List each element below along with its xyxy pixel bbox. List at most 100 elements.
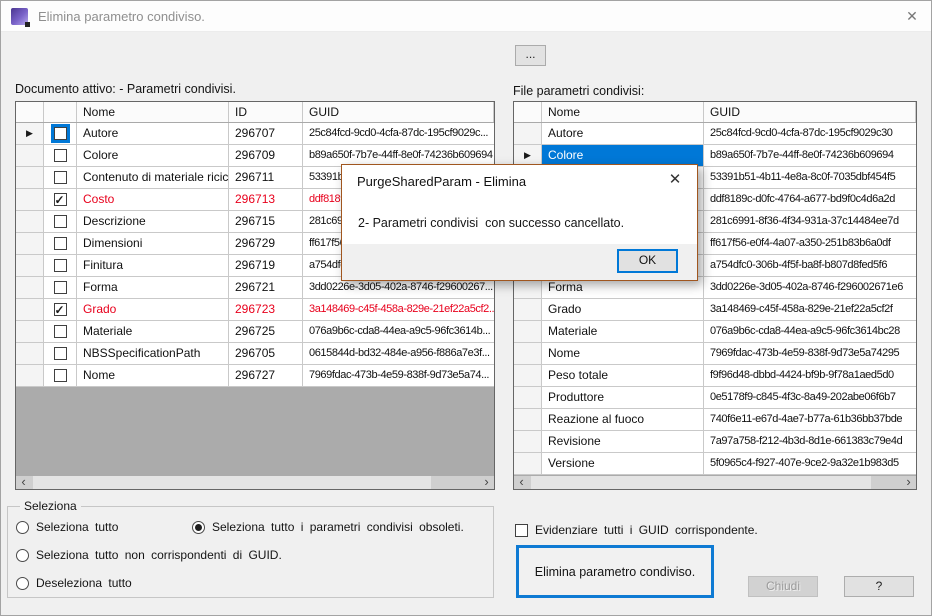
table-row[interactable]: Nome2967277969fdac-473b-4e59-838f-9d73e5… — [16, 365, 494, 387]
radio-icon[interactable] — [16, 521, 29, 534]
row-selector-cell[interactable] — [514, 343, 542, 364]
cell-nome[interactable]: Materiale — [542, 321, 704, 342]
cell-nome[interactable]: Nome — [77, 365, 229, 386]
table-row[interactable]: Nome7969fdac-473b-4e59-838f-9d73e5a74295 — [514, 343, 916, 365]
cell-nome[interactable]: Contenuto di materiale ricicl... — [77, 167, 229, 188]
checkbox-icon[interactable] — [54, 237, 67, 250]
row-selector-cell[interactable] — [16, 365, 44, 386]
row-checkbox-cell[interactable] — [44, 255, 77, 276]
scrollbar-thumb[interactable] — [33, 476, 431, 489]
row-selector-cell[interactable] — [16, 189, 44, 210]
scrollbar-thumb[interactable] — [531, 476, 871, 489]
cell-guid[interactable]: b89a650f-7b7e-44ff-8e0f-74236b609694 — [303, 145, 494, 166]
cell-nome[interactable]: Autore — [77, 123, 229, 144]
cell-id[interactable]: 296715 — [229, 211, 303, 232]
row-selector-cell[interactable] — [514, 431, 542, 452]
cell-guid[interactable]: 3a148469-c45f-458a-829e-21ef22a5cf2... — [303, 299, 494, 320]
table-row[interactable]: Materiale076a9b6c-cda8-44ea-a9c5-96fc361… — [514, 321, 916, 343]
radio-icon[interactable] — [192, 521, 205, 534]
cell-guid[interactable]: 7969fdac-473b-4e59-838f-9d73e5a74295 — [704, 343, 916, 364]
cell-id[interactable]: 296725 — [229, 321, 303, 342]
radio-option[interactable]: Seleziona tutto non corrispondenti di GU… — [16, 548, 282, 562]
row-checkbox-cell[interactable] — [44, 321, 77, 342]
row-selector-cell[interactable] — [514, 453, 542, 474]
row-checkbox-cell[interactable] — [44, 167, 77, 188]
cell-guid[interactable]: ddf8189c-d0fc-4764-a677-bd9f0c4d6a2d — [704, 189, 916, 210]
cell-nome[interactable]: NBSSpecificationPath — [77, 343, 229, 364]
row-selector-cell[interactable] — [514, 123, 542, 144]
scroll-left-icon[interactable]: ‹ — [16, 476, 31, 489]
radio-icon[interactable] — [16, 577, 29, 590]
close-button[interactable]: Chiudi — [748, 576, 818, 597]
title-bar[interactable]: Elimina parametro condiviso. ✕ — [1, 1, 931, 32]
cell-nome[interactable]: Versione — [542, 453, 704, 474]
horizontal-scrollbar[interactable]: ‹ › — [514, 476, 916, 489]
row-selector-header[interactable] — [514, 102, 542, 122]
checkbox-icon[interactable] — [54, 325, 67, 338]
delete-shared-parameter-button[interactable]: Elimina parametro condiviso. — [516, 545, 714, 598]
cell-guid[interactable]: 5f0965c4-f927-407e-9ce2-9a32e1b983d5 — [704, 453, 916, 474]
radio-option[interactable]: Deseleziona tutto — [16, 576, 132, 590]
checkbox-icon[interactable] — [54, 127, 67, 140]
row-selector-cell[interactable] — [16, 299, 44, 320]
cell-guid[interactable]: f9f96d48-dbbd-4424-bf9b-9f78a1aed5d0 — [704, 365, 916, 386]
cell-guid[interactable]: 076a9b6c-cda8-44ea-a9c5-96fc3614bc28 — [704, 321, 916, 342]
table-row[interactable]: NBSSpecificationPath2967050615844d-bd32-… — [16, 343, 494, 365]
close-icon[interactable]: ✕ — [901, 6, 923, 26]
cell-guid[interactable]: a754dfc0-306b-4f5f-ba8f-b807d8fed5f6 — [704, 255, 916, 276]
cell-guid[interactable]: 7969fdac-473b-4e59-838f-9d73e5a74... — [303, 365, 494, 386]
checkbox-icon[interactable] — [54, 171, 67, 184]
radio-icon[interactable] — [16, 549, 29, 562]
cell-guid[interactable]: 3a148469-c45f-458a-829e-21ef22a5cf2f — [704, 299, 916, 320]
row-selector-cell[interactable] — [514, 299, 542, 320]
checkbox-icon[interactable] — [54, 347, 67, 360]
row-selector-cell[interactable] — [16, 343, 44, 364]
cell-guid[interactable]: 281c6991-8f36-4f34-931a-37c14484ee7d — [704, 211, 916, 232]
row-selector-cell[interactable] — [16, 211, 44, 232]
row-checkbox-cell[interactable] — [44, 299, 77, 320]
row-selector-cell[interactable] — [16, 277, 44, 298]
cell-nome[interactable]: Finitura — [77, 255, 229, 276]
cell-nome[interactable]: Materiale — [77, 321, 229, 342]
cell-id[interactable]: 296729 — [229, 233, 303, 254]
cell-guid[interactable]: 740f6e11-e67d-4ae7-b77a-61b36bb37bde — [704, 409, 916, 430]
cell-guid[interactable]: 7a97a758-f212-4b3d-8d1e-661383c79e4d — [704, 431, 916, 452]
row-selector-cell[interactable] — [514, 365, 542, 386]
table-row[interactable]: Grado2967233a148469-c45f-458a-829e-21ef2… — [16, 299, 494, 321]
cell-nome[interactable]: Forma — [77, 277, 229, 298]
row-selector-cell[interactable] — [514, 321, 542, 342]
cell-guid[interactable]: 3dd0226e-3d05-402a-8746-f296002671e6 — [704, 277, 916, 298]
cell-guid[interactable]: 25c84fcd-9cd0-4cfa-87dc-195cf9029c... — [303, 123, 494, 144]
table-row[interactable]: ▶Autore29670725c84fcd-9cd0-4cfa-87dc-195… — [16, 123, 494, 145]
row-checkbox-cell[interactable] — [44, 189, 77, 210]
scroll-right-icon[interactable]: › — [479, 476, 494, 489]
checkbox-icon[interactable] — [54, 149, 67, 162]
cell-id[interactable]: 296727 — [229, 365, 303, 386]
row-checkbox-cell[interactable] — [44, 365, 77, 386]
row-checkbox-cell[interactable] — [44, 277, 77, 298]
cell-guid[interactable]: b89a650f-7b7e-44ff-8e0f-74236b609694 — [704, 145, 916, 166]
cell-nome[interactable]: Costo — [77, 189, 229, 210]
table-row[interactable]: Autore25c84fcd-9cd0-4cfa-87dc-195cf9029c… — [514, 123, 916, 145]
checkbox-icon[interactable] — [54, 193, 67, 206]
checkbox-icon[interactable] — [54, 369, 67, 382]
cell-nome[interactable]: Descrizione — [77, 211, 229, 232]
row-selector-header[interactable] — [16, 102, 44, 122]
ok-button[interactable]: OK — [617, 249, 678, 273]
cell-id[interactable]: 296723 — [229, 299, 303, 320]
horizontal-scrollbar[interactable]: ‹ › — [16, 476, 494, 489]
highlight-guid-checkbox[interactable]: Evidenziare tutti i GUID corrispondente. — [515, 523, 758, 537]
row-selector-cell[interactable]: ▶ — [16, 123, 44, 144]
checkbox-icon[interactable] — [54, 215, 67, 228]
row-selector-cell[interactable] — [16, 233, 44, 254]
cell-id[interactable]: 296709 — [229, 145, 303, 166]
cell-id[interactable]: 296711 — [229, 167, 303, 188]
cell-guid[interactable]: 53391b51-4b11-4e8a-8c0f-7035dbf454f5 — [704, 167, 916, 188]
cell-id[interactable]: 296705 — [229, 343, 303, 364]
cell-nome[interactable]: Dimensioni — [77, 233, 229, 254]
dialog-close-icon[interactable]: ✕ — [666, 171, 684, 189]
row-checkbox-cell[interactable] — [44, 145, 77, 166]
row-selector-cell[interactable] — [16, 167, 44, 188]
help-button[interactable]: ? — [844, 576, 914, 597]
browse-button[interactable]: ... — [515, 45, 546, 66]
